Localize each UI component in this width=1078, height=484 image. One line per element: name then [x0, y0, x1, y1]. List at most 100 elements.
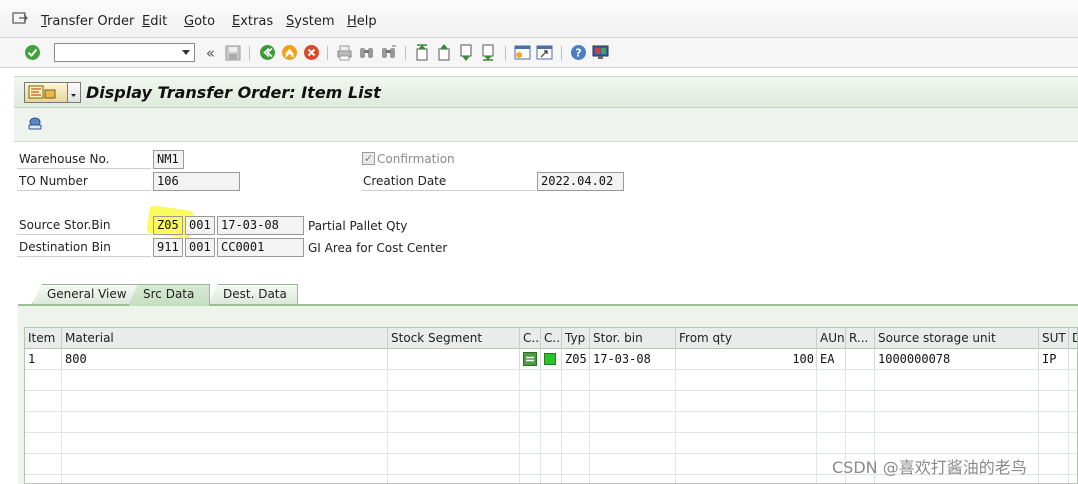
destination-bin-description: GI Area for Cost Center	[308, 241, 448, 255]
cell-typ: Z05	[562, 349, 590, 369]
watermark: CSDN @喜欢打酱油的老鸟	[832, 458, 1027, 477]
column-header-r[interactable]: R...	[846, 328, 875, 349]
menu-options-caret[interactable]	[68, 82, 81, 103]
help-icon[interactable]: ?	[569, 43, 588, 62]
toolbar-separator	[561, 46, 562, 60]
column-divider	[519, 369, 520, 483]
table-row-empty[interactable]	[25, 370, 1077, 391]
column-divider	[387, 369, 388, 483]
to-number-field[interactable]: 106	[153, 172, 240, 191]
first-page-icon[interactable]	[413, 43, 432, 62]
cancel-icon[interactable]	[302, 43, 321, 62]
destination-bin-label: Destination Bin	[17, 238, 151, 257]
source-bin-field[interactable]: 17-03-08	[217, 216, 304, 235]
customize-layout-icon[interactable]	[591, 43, 610, 62]
table-header: Item Material Stock Segment C.. C.. Typ …	[25, 328, 1077, 349]
menu-goto[interactable]: Goto	[184, 14, 215, 29]
column-header-material[interactable]: Material	[62, 328, 388, 349]
new-session-icon[interactable]	[513, 43, 532, 62]
previous-page-icon[interactable]	[435, 43, 454, 62]
application-toolbar	[14, 108, 1078, 142]
column-header-sut[interactable]: SUT	[1039, 328, 1069, 349]
column-divider	[816, 369, 817, 483]
chevron-down-icon[interactable]	[182, 50, 190, 55]
layout-menu-icon	[28, 85, 56, 99]
table-row-empty[interactable]	[25, 391, 1077, 412]
column-header-typ[interactable]: Typ	[562, 328, 590, 349]
menu-help[interactable]: Help	[347, 14, 377, 29]
tab-strip: General View Src Data Dest. Data	[18, 284, 1078, 306]
standard-toolbar: « ?	[0, 38, 1078, 68]
creation-date-label: Creation Date	[361, 172, 536, 191]
column-divider	[61, 369, 62, 483]
column-divider	[1038, 369, 1039, 483]
menu-system[interactable]: System	[286, 14, 335, 29]
column-header-stock-segment[interactable]: Stock Segment	[388, 328, 520, 349]
page-title: Display Transfer Order: Item List	[86, 83, 381, 102]
tab-dest-data[interactable]: Dest. Data	[208, 284, 298, 304]
save-icon[interactable]	[223, 43, 242, 62]
column-header-from-qty[interactable]: From qty	[676, 328, 817, 349]
source-storage-type-field[interactable]: Z05	[153, 216, 183, 235]
source-section-field[interactable]: 001	[185, 216, 215, 235]
shortcut-icon[interactable]	[535, 43, 554, 62]
menu-edit[interactable]: Edit	[142, 14, 167, 29]
exit-icon[interactable]	[280, 43, 299, 62]
menu-toggle-icon[interactable]	[12, 12, 28, 26]
column-header-source-storage-unit[interactable]: Source storage unit	[875, 328, 1039, 349]
confirmation-checkbox[interactable]: ✓	[362, 152, 375, 165]
destination-storage-type-field[interactable]: 911	[153, 238, 183, 257]
column-divider	[675, 369, 676, 483]
column-header-d[interactable]: D	[1069, 328, 1077, 349]
tab-src-data[interactable]: Src Data	[128, 284, 210, 306]
print-icon[interactable]	[335, 43, 354, 62]
warehouse-field[interactable]: NM1	[153, 150, 184, 169]
menu-bar: Transfer Order Edit Goto Extras System H…	[0, 0, 1078, 38]
column-divider	[1068, 369, 1069, 483]
back-nav-icon[interactable]	[258, 43, 277, 62]
column-divider	[540, 369, 541, 483]
last-page-icon[interactable]	[479, 43, 498, 62]
command-field[interactable]	[54, 43, 195, 62]
source-bin-label: Source Stor.Bin	[17, 216, 151, 235]
toolbar-separator	[327, 46, 328, 60]
menu-options-button[interactable]	[24, 82, 68, 103]
cell-stock-segment	[388, 349, 520, 369]
caret-down-icon	[71, 94, 76, 97]
toolbar-separator	[405, 46, 406, 60]
table-row[interactable]: 1 800 Z05 17-03-08 100 EA 1000000078 IP	[25, 349, 1077, 370]
table-row-empty[interactable]	[25, 412, 1077, 433]
title-bar: Display Transfer Order: Item List	[14, 76, 1078, 108]
menu-extras[interactable]: Extras	[232, 14, 273, 29]
cell-material: 800	[62, 349, 388, 369]
cell-item: 1	[25, 349, 62, 369]
svg-text:?: ?	[575, 47, 581, 60]
find-icon[interactable]	[357, 43, 376, 62]
toolbar-separator	[249, 46, 250, 60]
column-divider	[589, 369, 590, 483]
destination-bin-field[interactable]: CC0001	[217, 238, 304, 257]
column-header-item[interactable]: Item	[25, 328, 62, 349]
menu-transfer-order[interactable]: Transfer Order	[41, 14, 134, 29]
column-header-aun[interactable]: AUn	[817, 328, 846, 349]
collapse-icon[interactable]: «	[201, 43, 220, 62]
cell-r	[846, 349, 875, 369]
table-row-empty[interactable]	[25, 433, 1077, 454]
cell-sut: IP	[1039, 349, 1069, 369]
creation-date-field[interactable]: 2022.04.02	[537, 172, 624, 191]
cell-aun: EA	[817, 349, 846, 369]
column-header-stor-bin[interactable]: Stor. bin	[590, 328, 676, 349]
display-object-icon[interactable]	[26, 116, 44, 132]
enter-icon[interactable]	[23, 43, 42, 62]
column-header-c1[interactable]: C..	[520, 328, 541, 349]
tab-general-view[interactable]: General View	[32, 284, 142, 304]
cell-source-storage-unit: 1000000078	[875, 349, 1039, 369]
column-header-c2[interactable]: C..	[541, 328, 562, 349]
status-indicator-icon	[523, 352, 537, 366]
cell-c1[interactable]	[520, 349, 541, 369]
next-page-icon[interactable]	[457, 43, 476, 62]
destination-section-field[interactable]: 001	[185, 238, 215, 257]
find-next-icon[interactable]	[379, 43, 398, 62]
cell-c2[interactable]	[541, 349, 562, 369]
to-number-label: TO Number	[17, 172, 151, 191]
